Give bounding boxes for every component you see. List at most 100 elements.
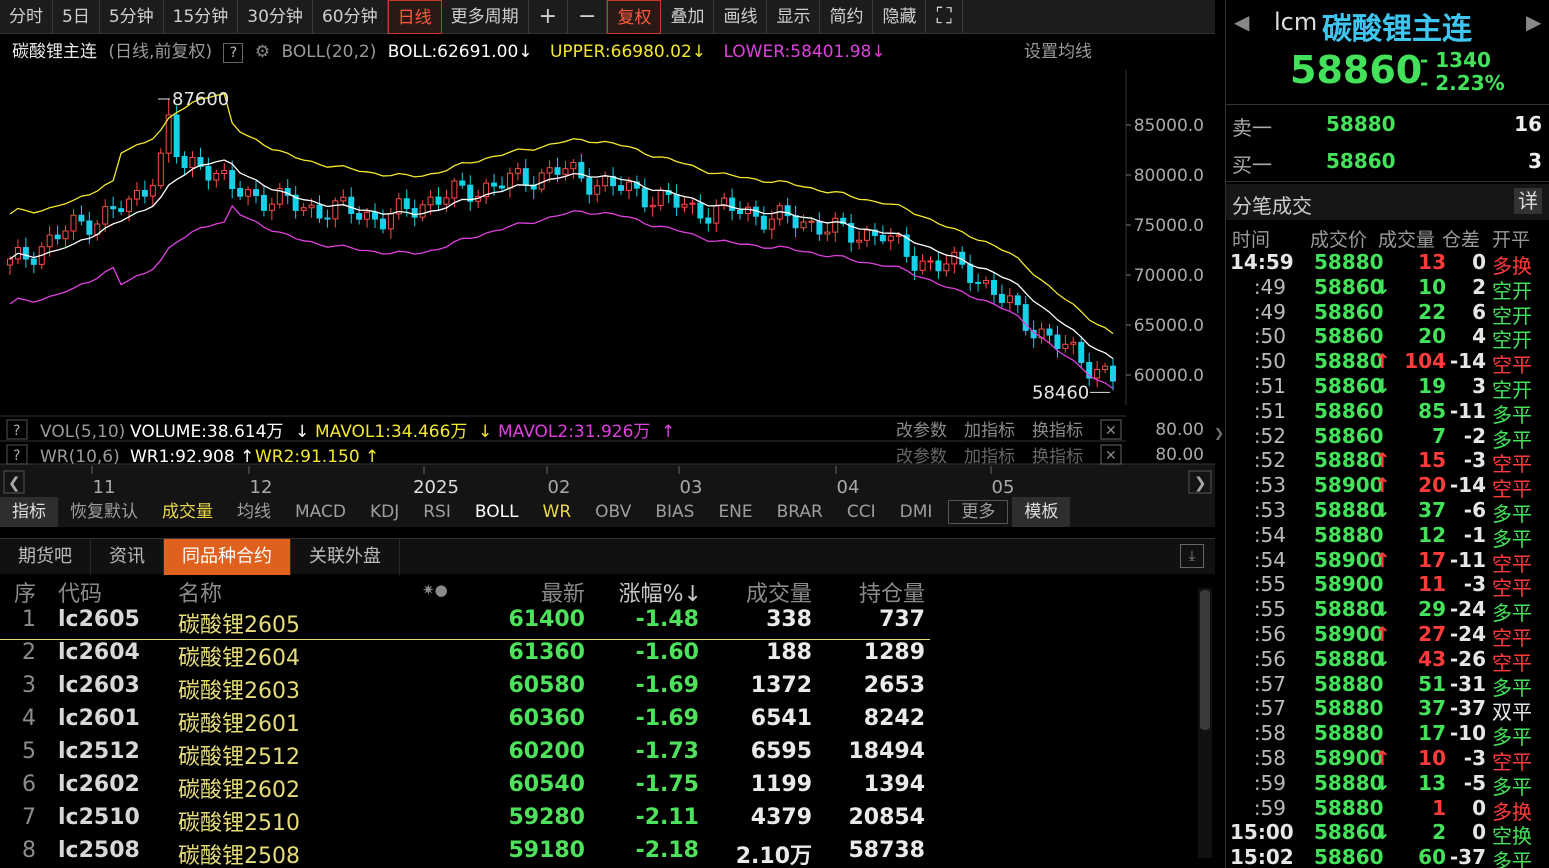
indicator-tab-14[interactable]: DMI: [888, 497, 945, 527]
table-header-7[interactable]: 持仓量: [859, 576, 925, 608]
table-row[interactable]: 3 lc2603 碳酸锂2603 60580 -1.69 1372 2653: [0, 673, 930, 706]
indicator-tab-15[interactable]: 更多: [948, 500, 1009, 524]
table-row[interactable]: 6 lc2602 碳酸锂2602 60540 -1.75 1199 1394: [0, 772, 930, 805]
indicator-btn2-button[interactable]: 加指标: [964, 447, 1015, 467]
tab-30min[interactable]: 30分钟: [238, 0, 313, 34]
next-contract-icon[interactable]: ▶: [1526, 10, 1541, 34]
tick-time: 15:00: [1230, 820, 1294, 845]
table-header-6[interactable]: 成交量: [746, 576, 812, 608]
buy-volume: 3: [1528, 149, 1542, 173]
candle-body: [760, 215, 767, 230]
indicator-tab-11[interactable]: ENE: [706, 497, 764, 527]
open-interest: 2653: [863, 673, 925, 698]
bottom-tab-3[interactable]: 关联外盘: [291, 539, 400, 575]
contract-code: lc2605: [58, 607, 140, 632]
arrow-up-icon: ↑: [240, 447, 254, 467]
tab-60min[interactable]: 60分钟: [313, 0, 388, 34]
table-header-3[interactable]: ✷●: [422, 581, 448, 599]
indicator-tab-6[interactable]: RSI: [411, 497, 463, 527]
help-icon[interactable]: ?: [223, 43, 244, 63]
tab-5day[interactable]: 5日: [53, 0, 100, 34]
open-interest: 8242: [863, 706, 925, 731]
indicator-tab-0[interactable]: 指标: [0, 497, 58, 527]
overlay-button[interactable]: 叠加: [661, 0, 715, 34]
bottom-tab-1[interactable]: 资讯: [91, 539, 164, 575]
indicator-btn3-button[interactable]: 换指标: [1032, 447, 1083, 467]
table-row[interactable]: 5 lc2512 碳酸锂2512 60200 -1.73 6595 18494: [0, 739, 930, 772]
draw-button[interactable]: 画线: [714, 0, 768, 34]
table-row[interactable]: 4 lc2601 碳酸锂2601 60360 -1.69 6541 8242: [0, 706, 930, 739]
table-row[interactable]: 2 lc2604 碳酸锂2604 61360 -1.60 188 1289: [0, 640, 930, 673]
ticks-header-3: 仓差: [1442, 229, 1481, 251]
tab-intraday[interactable]: 分时: [0, 0, 53, 34]
prev-contract-icon[interactable]: ◀: [1234, 10, 1249, 34]
table-row[interactable]: 8 lc2508 碳酸锂2508 59180 -2.18 2.10万 58738: [0, 838, 930, 868]
wr1-value: WR1:92.908: [130, 447, 235, 467]
tick-price: 58880: [1314, 795, 1384, 820]
indicator-tab-1[interactable]: 恢复默认: [58, 497, 150, 527]
table-row[interactable]: 7 lc2510 碳酸锂2510 59280 -2.11 4379 20854: [0, 805, 930, 838]
candle-body: [459, 180, 466, 186]
indicator-btn2-button[interactable]: 加指标: [964, 421, 1015, 441]
indicator-tab-12[interactable]: BRAR: [765, 497, 835, 527]
tab-15min[interactable]: 15分钟: [164, 0, 239, 34]
adjust-button[interactable]: 复权: [607, 0, 662, 34]
table-row[interactable]: 1 lc2605 碳酸锂2605 61400 -1.48 338 737: [0, 607, 930, 640]
contract-code: lc2602: [58, 772, 140, 797]
candlestick-chart[interactable]: 85000.0 80000.0 75000.0 70000.0 65000.0 60000…: [0, 70, 1215, 500]
candle-body: [149, 185, 156, 197]
detail-button[interactable]: 详: [1514, 188, 1542, 214]
contract-code: lc2510: [58, 805, 140, 830]
candle-body: [443, 197, 450, 205]
candle-body: [697, 202, 704, 219]
indicator-tab-7[interactable]: BOLL: [463, 497, 531, 527]
candle-body: [300, 207, 307, 211]
table-header-0[interactable]: 序: [14, 576, 36, 608]
bottom-tab-2[interactable]: 同品种合约: [164, 539, 291, 575]
collapse-panel-icon[interactable]: ❯: [1214, 418, 1224, 448]
candle-body: [927, 260, 934, 263]
indicator-btn1-button[interactable]: 改参数: [896, 421, 947, 441]
simple-button[interactable]: 简约: [820, 0, 874, 34]
candle-body: [514, 168, 521, 174]
zoom-out-button[interactable]: −: [568, 0, 608, 34]
fullscreen-icon[interactable]: ⛶: [926, 0, 963, 34]
indicator-tab-9[interactable]: OBV: [583, 497, 643, 527]
more-periods-button[interactable]: 更多周期: [442, 0, 529, 34]
indicator-tab-16[interactable]: 模板: [1012, 497, 1071, 527]
tick-oi-change: -37: [1449, 696, 1486, 721]
display-button[interactable]: 显示: [767, 0, 821, 34]
download-icon[interactable]: ⤓: [1180, 544, 1204, 568]
tick-time: :56: [1253, 646, 1286, 671]
tick-oi-change: -31: [1449, 671, 1486, 696]
indicator-btn1-button[interactable]: 改参数: [896, 447, 947, 467]
tick-volume: 2: [1432, 820, 1446, 845]
zoom-in-button[interactable]: +: [529, 0, 569, 34]
bottom-tab-0[interactable]: 期货吧: [0, 539, 91, 575]
candle-body: [879, 234, 886, 242]
tab-daily[interactable]: 日线: [387, 0, 442, 34]
boll-label: BOLL(20,2): [281, 42, 377, 62]
indicator-btn3-button[interactable]: 换指标: [1032, 421, 1083, 441]
table-scrollbar[interactable]: [1198, 588, 1212, 858]
indicator-tab-10[interactable]: BIAS: [643, 497, 706, 527]
candle-body: [340, 196, 347, 202]
table-header-4[interactable]: 最新: [541, 576, 585, 608]
candle-body: [181, 156, 188, 169]
hide-button[interactable]: 隐藏: [873, 0, 927, 34]
indicator-tab-4[interactable]: MACD: [283, 497, 358, 527]
latest-price: 60360: [508, 706, 585, 731]
indicator-tab-2[interactable]: 成交量: [150, 497, 225, 527]
indicator-tab-13[interactable]: CCI: [835, 497, 888, 527]
gear-icon[interactable]: ⚙: [255, 42, 270, 62]
table-header-5[interactable]: 涨幅%↓: [619, 576, 702, 608]
tab-5min[interactable]: 5分钟: [100, 0, 164, 34]
table-header-2[interactable]: 名称: [178, 576, 222, 608]
candle-body: [522, 168, 529, 186]
indicator-tab-5[interactable]: KDJ: [358, 497, 411, 527]
indicator-tab-3[interactable]: 均线: [225, 497, 283, 527]
indicator-tab-8[interactable]: WR: [531, 497, 584, 527]
set-ma-button[interactable]: 设置均线: [1024, 37, 1092, 67]
table-header-1[interactable]: 代码: [58, 576, 102, 608]
tick-price: 58900: [1314, 572, 1384, 597]
